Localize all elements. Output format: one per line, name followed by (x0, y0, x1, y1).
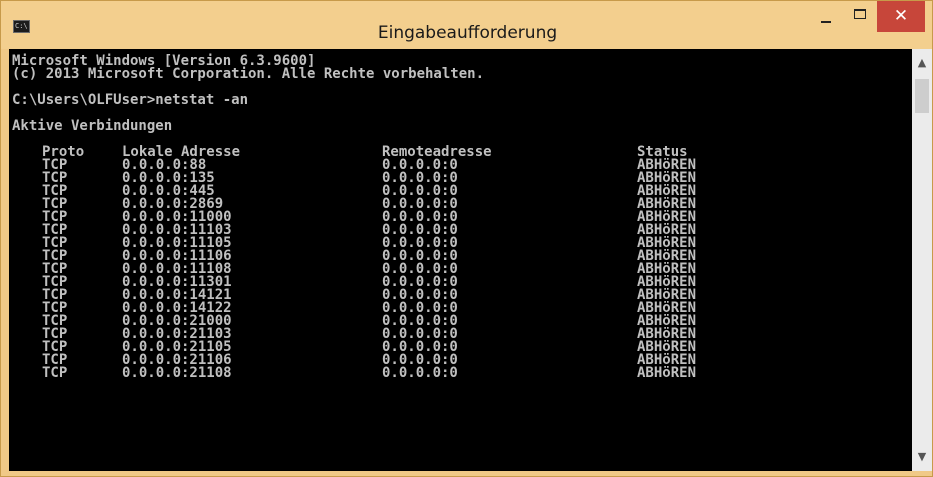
console-line: C:\Users\OLFUser>netstat -an (12, 92, 249, 108)
console-line: Aktive Verbindungen (12, 118, 173, 134)
maximize-icon (854, 9, 866, 19)
maximize-button[interactable] (843, 2, 877, 32)
cell-remote: 0.0.0.0:0 (382, 365, 458, 381)
vertical-scrollbar[interactable]: ▲ ▼ (912, 49, 932, 471)
title-bar[interactable]: C:\ Eingabeaufforderung ✕ (1, 1, 932, 49)
close-icon: ✕ (893, 6, 909, 26)
scroll-down-arrow-icon[interactable]: ▼ (912, 447, 932, 467)
minimize-button[interactable] (809, 2, 843, 32)
scroll-up-arrow-icon[interactable]: ▲ (912, 53, 932, 73)
minimize-icon (821, 21, 831, 23)
cell-status: ABHöREN (637, 365, 697, 381)
command-prompt-window: C:\ Eingabeaufforderung ✕ Microsoft Wind… (0, 0, 933, 477)
cell-local: 0.0.0.0:21108 (122, 365, 232, 381)
console-output[interactable]: Microsoft Windows [Version 6.3.9600] (c) … (9, 49, 912, 471)
cell-proto: TCP (42, 365, 68, 381)
window-title: Eingabeaufforderung (377, 23, 558, 43)
scroll-thumb[interactable] (915, 79, 929, 113)
console-line: (c) 2013 Microsoft Corporation. Alle Rec… (12, 66, 485, 82)
close-button[interactable]: ✕ (877, 1, 925, 32)
table-row: TCP 0.0.0.0:21108 0.0.0.0:0 ABHöREN (12, 365, 892, 381)
